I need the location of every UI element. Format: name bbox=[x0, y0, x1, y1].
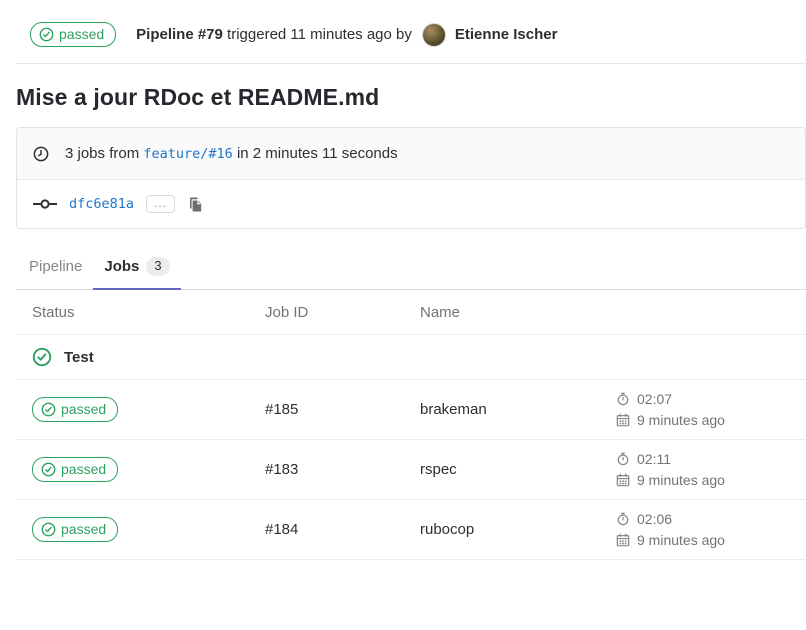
expand-commit-message-button[interactable]: ... bbox=[146, 195, 175, 213]
job-status-badge[interactable]: passed bbox=[32, 517, 118, 542]
job-status-label: passed bbox=[61, 521, 106, 538]
job-duration: 02:07 bbox=[637, 389, 672, 410]
job-status-label: passed bbox=[61, 461, 106, 478]
pipeline-info-box: 3 jobs from feature/#16 in 2 minutes 11 … bbox=[16, 127, 806, 229]
branch-link[interactable]: feature/#16 bbox=[143, 146, 232, 162]
jobs-duration-text: in 2 minutes 11 seconds bbox=[237, 145, 398, 162]
job-timing: 02:11 9 minutes ago bbox=[616, 441, 806, 499]
user-name-link[interactable]: Etienne Ischer bbox=[455, 26, 558, 43]
job-name: rubocop bbox=[420, 521, 616, 538]
job-row: passed #184 rubocop 02:06 9 minutes ago bbox=[16, 500, 806, 560]
timer-icon bbox=[616, 452, 630, 466]
job-timing: 02:06 9 minutes ago bbox=[616, 501, 806, 559]
tab-jobs-label: Jobs bbox=[104, 258, 139, 275]
jobs-count-text: 3 jobs from bbox=[65, 145, 139, 162]
commit-icon bbox=[33, 197, 57, 211]
job-id: #183 bbox=[265, 461, 420, 478]
job-status-badge[interactable]: passed bbox=[32, 397, 118, 422]
stage-label: Test bbox=[64, 349, 94, 366]
jobs-table-header: Status Job ID Name bbox=[16, 290, 806, 335]
status-check-icon bbox=[41, 402, 56, 417]
job-duration: 02:11 bbox=[637, 449, 671, 470]
column-header-job-id: Job ID bbox=[265, 304, 420, 321]
job-timing: 02:07 9 minutes ago bbox=[616, 381, 806, 439]
job-name: rspec bbox=[420, 461, 616, 478]
stage-row-test: Test bbox=[16, 335, 806, 380]
job-finished-time: 9 minutes ago bbox=[637, 530, 725, 551]
copy-sha-button[interactable] bbox=[187, 195, 204, 213]
status-check-icon bbox=[39, 27, 54, 42]
job-id: #184 bbox=[265, 521, 420, 538]
job-duration: 02:06 bbox=[637, 509, 672, 530]
calendar-icon bbox=[616, 533, 630, 547]
status-check-icon bbox=[41, 522, 56, 537]
pipeline-page: passed Pipeline #79 triggered 11 minutes… bbox=[0, 0, 806, 560]
timer-icon bbox=[616, 392, 630, 406]
stage-status-check-icon bbox=[32, 347, 52, 367]
tab-jobs[interactable]: Jobs 3 bbox=[93, 245, 180, 290]
jobs-summary-text: 3 jobs from feature/#16 in 2 minutes 11 … bbox=[65, 145, 398, 162]
jobs-summary-row: 3 jobs from feature/#16 in 2 minutes 11 … bbox=[17, 128, 805, 180]
commit-sha-link[interactable]: dfc6e81a bbox=[69, 196, 134, 212]
triggered-text: triggered 11 minutes ago by bbox=[227, 26, 412, 43]
tab-pipeline[interactable]: Pipeline bbox=[18, 245, 93, 290]
commit-title: Mise a jour RDoc et README.md bbox=[16, 84, 806, 111]
pipeline-id: Pipeline #79 bbox=[136, 26, 223, 43]
copy-icon bbox=[187, 195, 204, 213]
jobs-count-badge: 3 bbox=[146, 257, 169, 276]
job-status-label: passed bbox=[61, 401, 106, 418]
job-name: brakeman bbox=[420, 401, 616, 418]
calendar-icon bbox=[616, 473, 630, 487]
job-row: passed #183 rspec 02:11 9 minutes ago bbox=[16, 440, 806, 500]
pipeline-trigger-text: Pipeline #79 triggered 11 minutes ago by bbox=[136, 26, 412, 43]
job-row: passed #185 brakeman 02:07 9 minutes ago bbox=[16, 380, 806, 440]
pipeline-header: passed Pipeline #79 triggered 11 minutes… bbox=[16, 0, 806, 64]
status-check-icon bbox=[41, 462, 56, 477]
job-id: #185 bbox=[265, 401, 420, 418]
tab-pipeline-label: Pipeline bbox=[29, 258, 82, 275]
commit-row: dfc6e81a ... bbox=[17, 180, 805, 228]
user-avatar[interactable] bbox=[422, 23, 446, 47]
pipeline-tabs: Pipeline Jobs 3 bbox=[16, 245, 806, 290]
column-header-status: Status bbox=[32, 304, 265, 321]
job-finished-time: 9 minutes ago bbox=[637, 410, 725, 431]
clock-icon bbox=[33, 146, 49, 162]
jobs-table: Status Job ID Name Test passed #185 brak… bbox=[16, 290, 806, 560]
column-header-name: Name bbox=[420, 304, 616, 321]
timer-icon bbox=[616, 512, 630, 526]
pipeline-status-label: passed bbox=[59, 26, 104, 43]
pipeline-status-badge: passed bbox=[30, 22, 116, 47]
calendar-icon bbox=[616, 413, 630, 427]
job-finished-time: 9 minutes ago bbox=[637, 470, 725, 491]
job-status-badge[interactable]: passed bbox=[32, 457, 118, 482]
